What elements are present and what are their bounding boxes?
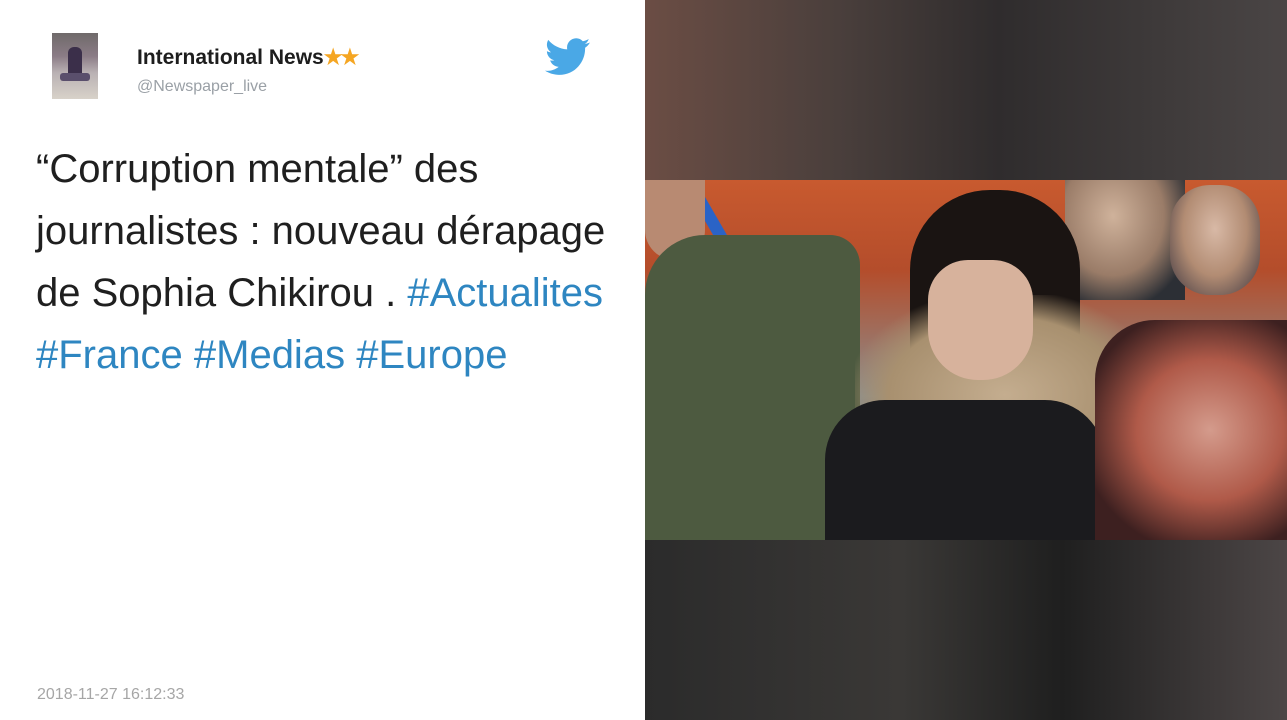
photo-woman-face xyxy=(928,260,1033,380)
tweet-text: “Corruption mentale” des journalistes : … xyxy=(36,138,626,386)
hashtag-france[interactable]: #France xyxy=(36,333,183,377)
avatar-figure-base xyxy=(60,73,90,81)
tweet-card: International News★★ @Newspaper_live “Co… xyxy=(0,0,645,720)
photo-person-right xyxy=(1170,185,1260,295)
news-photo[interactable] xyxy=(645,0,1287,720)
hashtag-actualites[interactable]: #Actualites xyxy=(407,271,603,315)
photo-main xyxy=(645,180,1287,540)
star-icon: ★★ xyxy=(323,46,360,69)
account-handle[interactable]: @Newspaper_live xyxy=(137,78,267,96)
account-name[interactable]: International News★★ xyxy=(137,45,360,70)
account-name-text: International News xyxy=(137,46,324,69)
photo-woman-coat xyxy=(825,400,1105,540)
photo-blur-top xyxy=(645,0,1287,180)
avatar[interactable] xyxy=(52,33,98,99)
hashtag-europe[interactable]: #Europe xyxy=(356,333,507,377)
photo-blur-bottom xyxy=(645,540,1287,720)
hashtag-medias[interactable]: #Medias xyxy=(194,333,345,377)
photo-person-background xyxy=(1065,180,1185,300)
photo-hand-foreground xyxy=(1095,320,1287,540)
timestamp: 2018-11-27 16:12:33 xyxy=(37,686,185,703)
twitter-bird-icon xyxy=(545,38,591,75)
